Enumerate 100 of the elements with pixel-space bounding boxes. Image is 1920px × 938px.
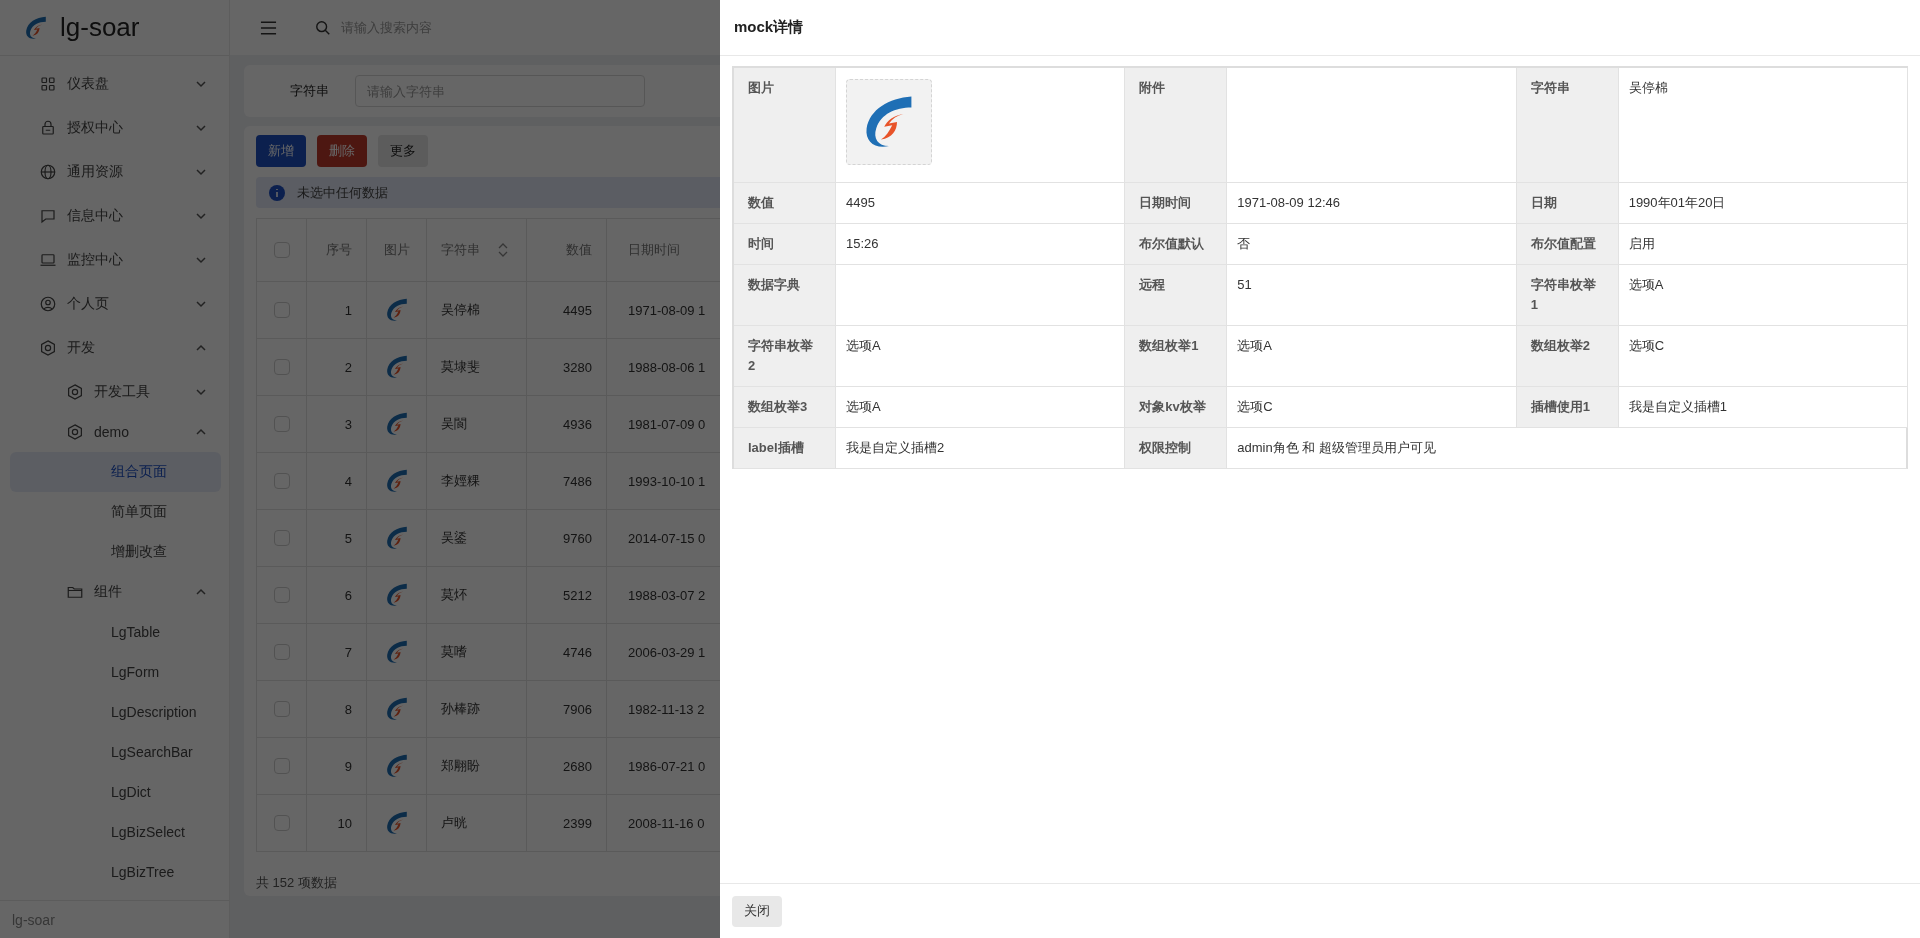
table-cell: 3	[306, 395, 367, 453]
menu-item[interactable]: LgTable	[10, 612, 221, 652]
description-value: 1971-08-09 12:46	[1227, 183, 1517, 224]
table-cell: 4	[306, 452, 367, 510]
table-cell: 3280	[526, 338, 607, 396]
menu-item[interactable]: LgBizTree	[10, 852, 221, 892]
menu-item[interactable]: 个人页	[10, 284, 221, 324]
table-cell: 莫嗜	[426, 623, 527, 681]
app-name: lg-soar	[60, 12, 140, 43]
alert-text: 未选中任何数据	[297, 183, 388, 202]
description-label: 时间	[734, 224, 836, 265]
table-cell: 4495	[526, 281, 607, 339]
image-preview[interactable]	[846, 79, 932, 165]
menu-item[interactable]: demo	[10, 412, 221, 452]
table-cell: 郑翢盼	[426, 737, 527, 795]
table-cell: 2	[306, 338, 367, 396]
description-value: 我是自定义插槽1	[1618, 387, 1908, 428]
description-value: 1990年01年20日	[1618, 183, 1908, 224]
description-value: admin角色 和 超级管理员用户可见	[1227, 428, 1908, 469]
laptop-icon	[39, 251, 57, 269]
hexagon-icon	[39, 339, 57, 357]
table-cell: 吴鋈	[426, 509, 527, 567]
description-label: 数组枚举3	[734, 387, 836, 428]
chat-bubble-icon	[39, 207, 57, 225]
grid-icon	[39, 75, 57, 93]
description-label: 权限控制	[1125, 428, 1228, 469]
menu-item[interactable]: 信息中心	[10, 196, 221, 236]
table-cell: 2399	[526, 794, 607, 852]
close-button[interactable]: 关闭	[732, 895, 782, 927]
description-value: 启用	[1618, 224, 1908, 265]
drawer-title: mock详情	[734, 18, 804, 37]
table-cell: 6	[306, 566, 367, 624]
description-label: 数据字典	[734, 265, 836, 326]
table-cell: 孙棒跡	[426, 680, 527, 738]
table-cell: 7	[306, 623, 367, 681]
description-label: 附件	[1125, 68, 1228, 183]
table-cell: 吴停棉	[426, 281, 527, 339]
description-label: 远程	[1125, 265, 1228, 326]
menu-icon[interactable]	[260, 20, 277, 35]
info-icon	[269, 184, 285, 201]
menu-item[interactable]: 授权中心	[10, 108, 221, 148]
description-label: 字符串枚举1	[1516, 265, 1619, 326]
menu-item[interactable]: LgDescription	[10, 692, 221, 732]
menu-item[interactable]: LgDict	[10, 772, 221, 812]
description-value: 选项C	[1618, 326, 1908, 387]
description-value: 选项A	[1618, 265, 1908, 326]
menu-item[interactable]: 简单页面	[10, 492, 221, 532]
lock-icon	[39, 119, 57, 137]
menu-item[interactable]: 增删改查	[10, 532, 221, 572]
description-label: 日期时间	[1125, 183, 1228, 224]
menu-item[interactable]: 组合页面	[10, 452, 221, 492]
table-cell: 5212	[526, 566, 607, 624]
total-count: 共 152 项数据	[256, 874, 337, 892]
search-icon	[315, 19, 331, 36]
menu-item[interactable]: 通用资源	[10, 152, 221, 192]
description-label: 数值	[734, 183, 836, 224]
description-label: 布尔值配置	[1516, 224, 1619, 265]
field-label: 字符串	[290, 82, 329, 100]
table-cell: 9760	[526, 509, 607, 567]
description-label: 日期	[1516, 183, 1619, 224]
description-value: 51	[1227, 265, 1517, 326]
description-label: 字符串枚举2	[734, 326, 836, 387]
menu-item[interactable]: 监控中心	[10, 240, 221, 280]
description-label: 对象kv枚举	[1125, 387, 1228, 428]
menu-item[interactable]: LgSearchBar	[10, 732, 221, 772]
toolbar-button[interactable]: 更多	[378, 135, 428, 167]
table-cell: 吴閬	[426, 395, 527, 453]
menu-item[interactable]: LgBizSelect	[10, 812, 221, 852]
description-label: 数组枚举2	[1516, 326, 1619, 387]
description-value: 吴停棉	[1618, 68, 1908, 183]
description-value: 选项C	[1227, 387, 1517, 428]
sort-icon[interactable]	[498, 242, 508, 258]
description-label: 字符串	[1516, 68, 1619, 183]
menu-item[interactable]: 开发	[10, 328, 221, 368]
description-label: 图片	[734, 68, 836, 183]
menu-item[interactable]: 仪表盘	[10, 64, 221, 104]
table-cell: 卢晄	[426, 794, 527, 852]
table-cell: 8	[306, 680, 367, 738]
description-value: 选项A	[1227, 326, 1517, 387]
toolbar-button[interactable]: 新增	[256, 135, 306, 167]
table-cell: 4936	[526, 395, 607, 453]
description-label: 数组枚举1	[1125, 326, 1228, 387]
table-cell: 莫埭斐	[426, 338, 527, 396]
table-cell: 7906	[526, 680, 607, 738]
description-label: label插槽	[734, 428, 836, 469]
description-label: 插槽使用1	[1516, 387, 1619, 428]
menu-item[interactable]: 组件	[10, 572, 221, 612]
globe-icon	[39, 163, 57, 181]
menu-item[interactable]: 开发工具	[10, 372, 221, 412]
table-cell: 10	[306, 794, 367, 852]
user-circle-icon	[39, 295, 57, 313]
toolbar-button[interactable]: 删除	[317, 135, 367, 167]
description-label: 布尔值默认	[1125, 224, 1228, 265]
table-cell: 莫炋	[426, 566, 527, 624]
table-cell: 1	[306, 281, 367, 339]
table-cell: 2680	[526, 737, 607, 795]
hexagon-icon	[66, 423, 84, 441]
table-cell: 李娙粿	[426, 452, 527, 510]
menu-item[interactable]: LgForm	[10, 652, 221, 692]
table-cell: 9	[306, 737, 367, 795]
